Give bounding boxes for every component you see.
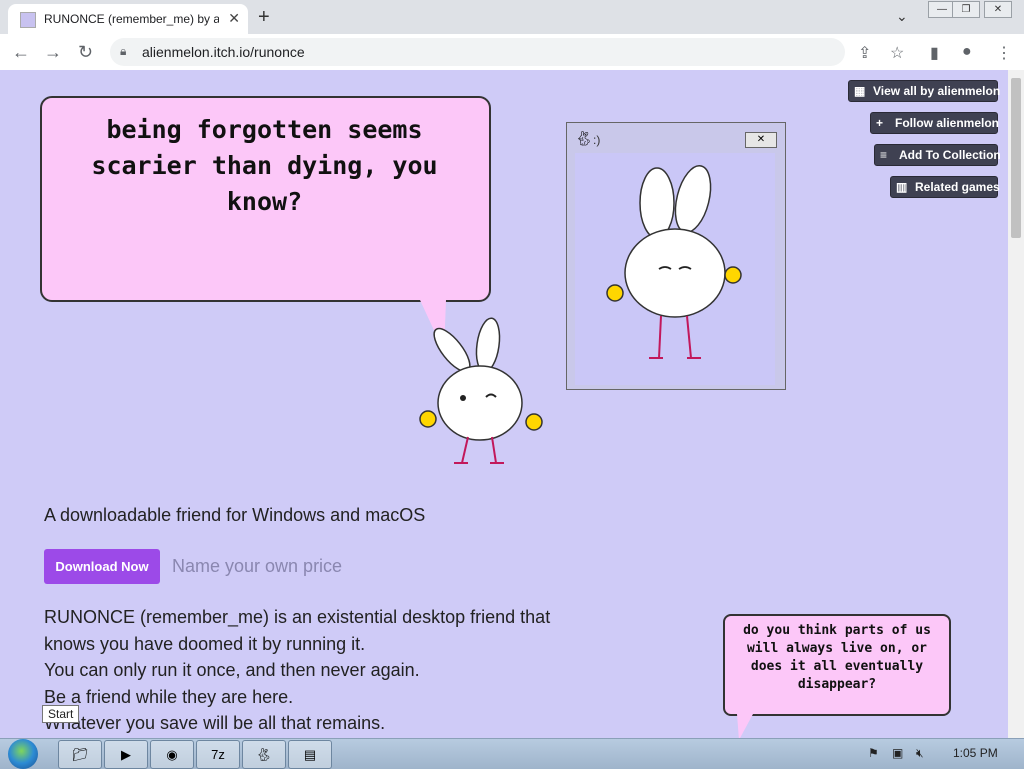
start-button[interactable] [8,739,38,769]
url-text: alienmelon.itch.io/runonce [142,44,305,60]
speech-bubble-small-text: do you think parts of us will always liv… [743,623,931,692]
back-icon[interactable]: ← [12,42,30,63]
description-line: RUNONCE (remember_me) is an existential … [44,607,551,627]
start-tooltip: Start [42,705,80,723]
follow-button[interactable]: + Follow alienmelon [870,112,1000,134]
tab-title: RUNONCE (remember_me) by alienmelon [44,12,219,26]
add-to-collection-label: Add To Collection [899,148,1001,162]
page-scrollbar[interactable] [1008,70,1024,738]
share-icon[interactable]: ⇪ [858,43,871,63]
desktop-friend-window: 🐇︎ :) ✕ [566,122,786,390]
itch-page: being forgotten seems scarier than dying… [0,70,1008,738]
tab-favicon-icon [20,12,36,28]
description-line: Whatever you save will be all that remai… [44,713,386,733]
forward-icon[interactable]: → [44,42,62,63]
reload-icon[interactable]: ↻ [78,42,93,63]
tab-search-chevron-icon[interactable]: ⌄ [896,8,908,25]
follow-user-icon: + [876,116,884,130]
speech-bubble-large: being forgotten seems scarier than dying… [40,96,491,302]
tab-close-icon[interactable]: ✕ [228,10,240,27]
price-label: Name your own price [172,556,343,576]
browser-tab[interactable]: RUNONCE (remember_me) by alienmelon ✕ [8,4,248,34]
playlist-add-icon: ≡ [880,148,888,162]
download-now-button[interactable]: Download Now [44,549,160,584]
bunny-in-window-illustration [606,165,742,359]
network-tray-icon[interactable]: ▣ [892,746,903,760]
notepad-taskbar-icon[interactable]: ▤ [288,740,332,769]
description-line: You can only run it once, and then never… [44,660,420,680]
bunny-app-icon: 🐇︎ [575,130,593,146]
related-games-label: Related games [915,180,1000,194]
browser-toolbar: ← → ↻ 🔒︎ alienmelon.itch.io/runonce ⇪ ☆ … [0,34,1024,71]
chrome-taskbar-icon[interactable]: ◉ [150,740,194,769]
mini-window-titlebar[interactable]: 🐇︎ :) ✕ [567,123,785,153]
clock[interactable]: 1:05 PM [953,746,998,760]
game-description: RUNONCE (remember_me) is an existential … [44,604,604,737]
7zip-taskbar-icon[interactable]: 7z [196,740,240,769]
game-tagline: A downloadable friend for Windows and ma… [44,505,426,525]
windows-taskbar: 📁︎ ▶ ◉ 7z 🐇︎ ▤ ⚑ ▣ 🔇︎ 1:05 PM [0,738,1024,769]
description-line: knows you have doomed it by running it. [44,633,366,654]
window-close-button[interactable]: ✕ [984,1,1012,18]
bunny-illustration [419,317,543,464]
side-panel-icon[interactable]: ▮ [930,43,939,63]
scrollbar-thumb[interactable] [1011,78,1021,238]
user-grid-icon: ▦ [854,84,866,98]
restore-button[interactable]: ❐ [952,1,980,18]
flag-tray-icon[interactable]: ⚑ [868,746,879,760]
add-to-collection-button[interactable]: ≡ Add To Collection [874,144,1001,166]
address-bar[interactable]: 🔒︎ alienmelon.itch.io/runonce [110,38,845,66]
view-all-by-label: View all by alienmelon [873,84,1001,98]
follow-label: Follow alienmelon [895,116,1000,130]
bunny-app-taskbar-icon[interactable]: 🐇︎ [242,740,286,769]
map-icon: ▥ [896,180,908,194]
speech-bubble-small: do you think parts of us will always liv… [723,614,951,716]
related-games-button[interactable]: ▥ Related games [890,176,1000,198]
view-all-by-button[interactable]: ▦ View all by alienmelon [848,80,1001,102]
lock-icon: 🔒︎ [120,44,127,58]
mini-window-title: :) [593,133,601,147]
new-tab-button[interactable]: + [258,6,270,29]
browser-menu-icon[interactable]: ⋮ [996,43,1012,63]
mini-window-close-button[interactable]: ✕ [745,132,777,148]
mini-window-canvas [575,153,775,385]
volume-muted-tray-icon[interactable]: 🔇︎ [916,746,924,761]
profile-avatar-icon[interactable]: ● [962,43,972,61]
media-player-taskbar-icon[interactable]: ▶ [104,740,148,769]
description-line: Be a friend while they are here. [44,686,294,707]
browser-tabbar: RUNONCE (remember_me) by alienmelon ✕ + … [0,0,1024,34]
speech-bubble-small-tail [737,714,753,738]
speech-bubble-text: being forgotten seems scarier than dying… [91,115,438,216]
bookmark-star-icon[interactable]: ☆ [890,43,904,63]
explorer-taskbar-icon[interactable]: 📁︎ [58,740,102,769]
